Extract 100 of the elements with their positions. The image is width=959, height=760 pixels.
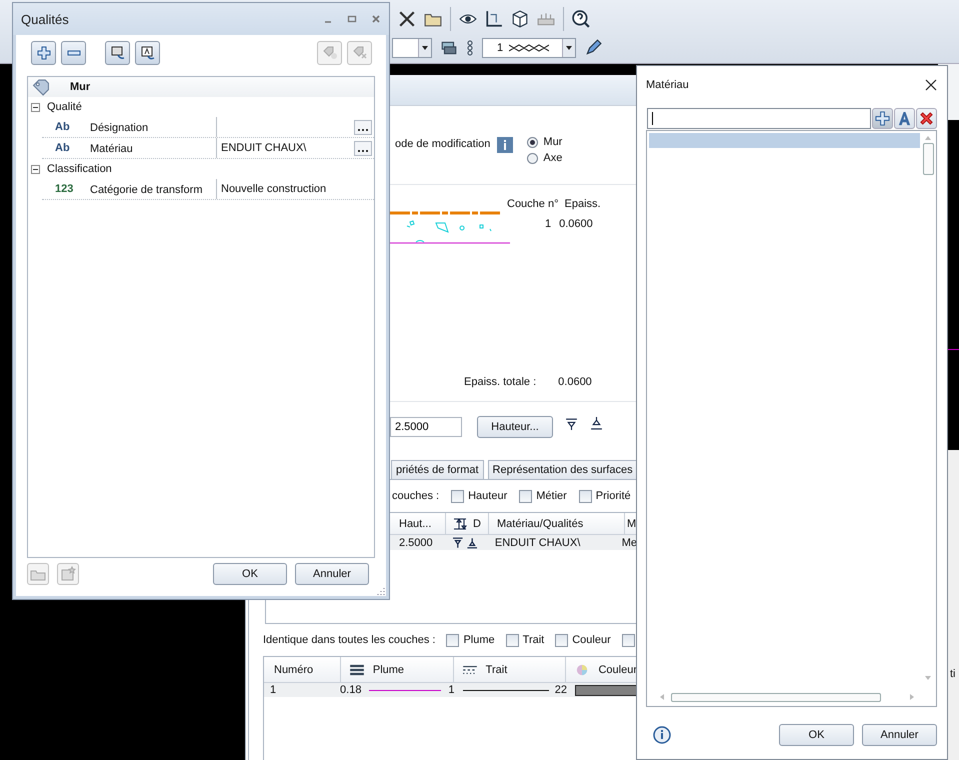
table-cell-text: ENDUIT CHAUX\ [494, 536, 582, 548]
caret-icon [422, 46, 428, 50]
total-label: Epaiss. totale : [464, 376, 536, 388]
height-button[interactable]: Hauteur... [477, 416, 553, 438]
checkbox[interactable]: Trait [506, 634, 544, 646]
checkbox[interactable]: Hauteur [451, 490, 508, 502]
column-header: M [626, 516, 636, 532]
tab[interactable]: priétés de format [391, 460, 484, 479]
delete-icon [919, 111, 934, 126]
cube-icon[interactable] [511, 10, 529, 28]
ellipsis-icon [357, 128, 369, 132]
type-label: Ab [54, 121, 71, 133]
mode-label: ode de modification [395, 138, 490, 150]
layer-thickness: 0.0600 [559, 218, 593, 230]
same-label: couches : [392, 490, 440, 502]
top-level-icon[interactable] [590, 416, 603, 430]
column-header: Plume [372, 664, 404, 676]
table-cell: 1 [448, 684, 455, 696]
level-icon [450, 536, 479, 548]
pen-icon [348, 664, 365, 676]
line-type-icon [462, 664, 478, 676]
caret-icon [566, 46, 572, 50]
table-cell: 0.18 [340, 684, 362, 696]
info-icon [497, 137, 514, 153]
property-name: Désignation [90, 117, 217, 137]
letter-icon [897, 111, 912, 126]
search-field[interactable] [647, 108, 871, 129]
help-icon[interactable] [572, 10, 590, 28]
property-value: ENDUIT CHAUX\ [221, 142, 306, 154]
property-name: Catégorie de transform [90, 179, 217, 199]
table-cell-text: 2.5000 [398, 536, 434, 548]
collapse-icon[interactable] [31, 164, 40, 174]
checkbox[interactable]: Métier [519, 490, 567, 502]
add-button[interactable] [31, 41, 56, 65]
close-icon[interactable] [925, 79, 937, 91]
column-header: Matériau/Qualités [489, 513, 625, 534]
remove-button[interactable] [61, 41, 86, 65]
dialog-button[interactable]: OK [213, 563, 287, 585]
height-field[interactable]: 2.5000 [390, 417, 462, 437]
layer-number: 1 [545, 218, 552, 230]
property-value: Nouvelle construction [221, 183, 326, 195]
scroll-thumb[interactable] [922, 143, 934, 175]
plus-icon [875, 111, 890, 126]
column-header: ti [950, 668, 956, 680]
add-button[interactable] [872, 108, 893, 129]
line-pattern-icon [509, 42, 550, 53]
column-header: Epaiss. [564, 198, 601, 210]
group-label: Classification [47, 163, 112, 175]
collapse-icon[interactable] [31, 102, 40, 112]
window-title: Matériau [646, 79, 689, 91]
group-label: Qualité [47, 101, 82, 113]
table-cell-text: Me [620, 536, 637, 548]
dialog-button[interactable]: Annuler [295, 563, 369, 585]
column-header: D [473, 518, 481, 530]
pencil-icon[interactable] [584, 38, 602, 57]
checkbox[interactable]: Couleur [555, 634, 611, 646]
dialog-button[interactable]: Annuler [862, 724, 937, 746]
tab[interactable]: Représentation des surfaces [488, 460, 638, 479]
tag-add-icon [322, 45, 338, 61]
total-value: 0.0600 [558, 376, 592, 388]
radio-option[interactable]: Axe [527, 152, 562, 164]
checkbox[interactable]: Plume [446, 634, 495, 646]
level-icon [452, 518, 468, 530]
linetype-dropdown[interactable]: 1 [482, 38, 576, 58]
checkbox[interactable] [622, 634, 635, 646]
property-name: Matériau [90, 138, 217, 158]
bottom-level-icon[interactable] [565, 416, 578, 430]
radio-option[interactable]: Mur [527, 136, 562, 148]
column-header: Trait [486, 664, 508, 676]
delete-button[interactable] [916, 108, 937, 129]
chain-icon[interactable] [466, 38, 474, 57]
scroll-thumb[interactable] [671, 692, 881, 702]
numbering-button[interactable] [105, 41, 130, 65]
color-swatch [575, 684, 637, 696]
table-cell: 22 [554, 684, 567, 696]
column-header: Numéro [264, 657, 341, 682]
resize-grip[interactable] [375, 585, 385, 595]
table-cell-text: 1 [269, 684, 278, 696]
browse-button[interactable] [354, 120, 372, 134]
property-row[interactable]: Ab Désignation [42, 117, 374, 138]
type-label: 123 [54, 183, 74, 195]
object-name: Mur [70, 81, 90, 93]
column-header: Couche n° [507, 198, 558, 210]
column-header: Couleur [598, 664, 637, 676]
star-folder-icon [60, 566, 76, 582]
info-icon[interactable] [653, 726, 671, 744]
tag-icon [32, 78, 50, 96]
plus-icon [36, 45, 52, 61]
dropdown[interactable] [392, 38, 432, 58]
property-row[interactable]: 123 Catégorie de transform Nouvelle construction [42, 179, 374, 200]
tag-remove-icon [352, 45, 368, 61]
identical-label: Identique dans toutes les couches : [263, 634, 436, 646]
text-button[interactable] [135, 41, 160, 65]
maximize-icon[interactable] [347, 14, 357, 24]
ellipsis-icon [357, 148, 369, 152]
dialog-button[interactable]: OK [779, 724, 854, 746]
checkbox[interactable]: Priorité [578, 490, 631, 502]
property-row[interactable]: Ab Matériau ENDUIT CHAUX\ [42, 138, 374, 159]
window-title: Qualités [21, 12, 69, 26]
browse-button[interactable] [354, 140, 372, 156]
